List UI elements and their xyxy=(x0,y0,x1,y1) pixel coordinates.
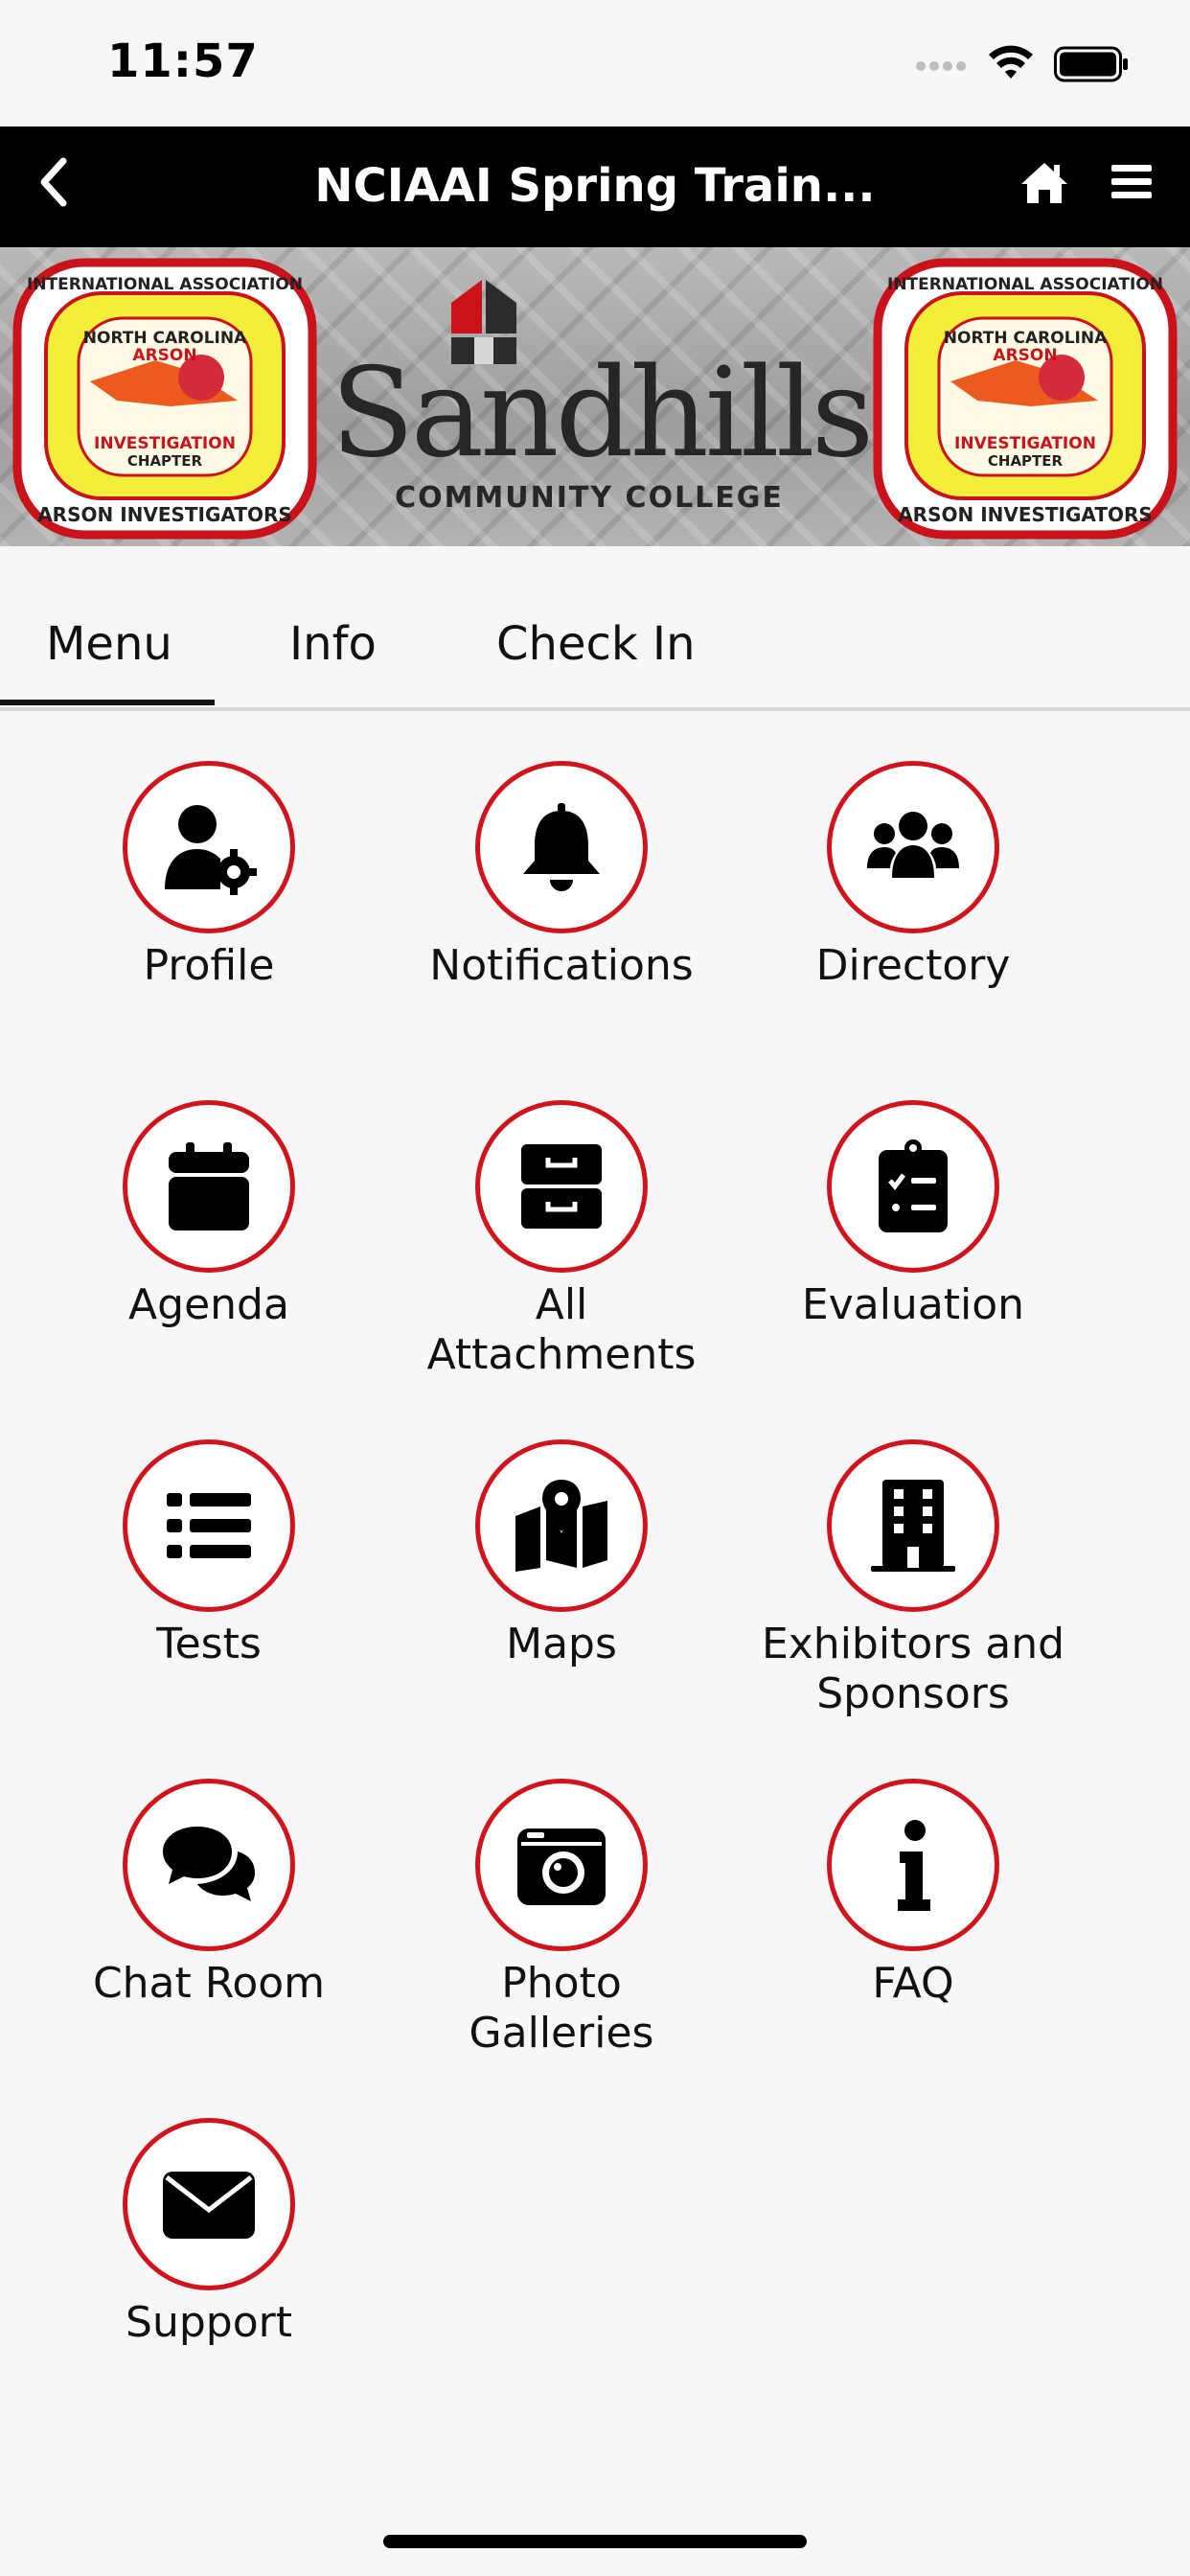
menu-item-label: FAQ xyxy=(872,1959,954,2008)
menu-item-icon-circle xyxy=(475,761,648,933)
home-icon[interactable] xyxy=(1019,157,1069,207)
svg-text:ARSON INVESTIGATORS: ARSON INVESTIGATORS xyxy=(37,503,292,526)
menu-item-icon-circle xyxy=(475,1100,648,1273)
menu-item-label: Photo Galleries xyxy=(469,1959,654,2058)
svg-text:NORTH CAROLINA: NORTH CAROLINA xyxy=(944,329,1108,348)
app-screen: 11:57 NCIAAI Spring Train... INTERNATION… xyxy=(0,0,1190,2576)
menu-item-icon-circle xyxy=(123,2118,295,2290)
envelope-icon xyxy=(163,2172,255,2239)
menu-item-label: All Attachments xyxy=(426,1280,697,1379)
menu-item-label: Profile xyxy=(143,941,275,990)
event-banner: INTERNATIONAL ASSOCIATION NORTH CAROLINA… xyxy=(0,247,1190,546)
menu-item-photo-galleries[interactable]: Photo Galleries xyxy=(403,1779,720,2058)
users-icon xyxy=(867,812,959,878)
menu-item-icon-circle xyxy=(475,1779,648,1951)
building-icon xyxy=(871,1480,955,1572)
menu-item-icon-circle xyxy=(827,761,999,933)
menu-item-icon-circle xyxy=(123,1779,295,1951)
status-time: 11:57 xyxy=(107,34,259,88)
map-pin-icon xyxy=(515,1480,607,1572)
menu-item-icon-circle xyxy=(827,1100,999,1273)
list-icon xyxy=(167,1493,251,1558)
menu-item-icon-circle xyxy=(123,1439,295,1612)
college-subtitle: COMMUNITY COLLEGE xyxy=(395,481,784,515)
svg-text:INTERNATIONAL ASSOCIATION: INTERNATIONAL ASSOCIATION xyxy=(887,275,1163,294)
svg-text:CHAPTER: CHAPTER xyxy=(988,452,1064,470)
menu-item-label: Maps xyxy=(506,1620,617,1668)
menu-item-icon-circle xyxy=(827,1779,999,1951)
menu-item-exhibitors-and-sponsors[interactable]: Exhibitors and Sponsors xyxy=(755,1439,1071,1723)
arson-investigators-badge-logo: INTERNATIONAL ASSOCIATION NORTH CAROLINA… xyxy=(873,258,1178,540)
info-icon xyxy=(898,1820,930,1911)
menu-item-maps[interactable]: Maps xyxy=(403,1439,720,1669)
top-navigation-bar: NCIAAI Spring Train... xyxy=(0,126,1190,247)
menu-item-label: Directory xyxy=(815,941,1011,990)
event-title: NCIAAI Spring Train... xyxy=(314,159,876,213)
home-indicator[interactable] xyxy=(383,2535,807,2548)
menu-item-support[interactable]: Support xyxy=(51,2118,367,2348)
sandhills-college-logo: Sandhills COMMUNITY COLLEGE xyxy=(331,276,874,535)
menu-item-all-attachments[interactable]: All Attachments xyxy=(403,1100,720,1380)
bell-icon xyxy=(523,803,600,891)
arson-investigators-badge-logo: INTERNATIONAL ASSOCIATION NORTH CAROLINA… xyxy=(12,258,317,540)
menu-item-label: Evaluation xyxy=(801,1280,1025,1329)
tab-check-in[interactable]: Check In xyxy=(496,617,696,671)
menu-item-profile[interactable]: Profile xyxy=(51,761,367,991)
svg-text:NORTH CAROLINA: NORTH CAROLINA xyxy=(83,329,247,348)
tab-bar: Menu Info Check In xyxy=(0,546,1190,711)
tab-info[interactable]: Info xyxy=(289,617,377,671)
cellular-signal-icon xyxy=(916,61,970,80)
tab-menu[interactable]: Menu xyxy=(46,617,172,671)
camera-icon xyxy=(517,1828,606,1905)
wifi-icon xyxy=(989,45,1033,79)
menu-item-label: Agenda xyxy=(128,1280,289,1329)
chat-bubbles-icon xyxy=(163,1827,255,1901)
menu-item-faq[interactable]: FAQ xyxy=(755,1779,1071,2009)
svg-text:ARSON INVESTIGATORS: ARSON INVESTIGATORS xyxy=(898,503,1153,526)
menu-item-label: Exhibitors and Sponsors xyxy=(761,1620,1065,1718)
menu-item-tests[interactable]: Tests xyxy=(51,1439,367,1669)
svg-text:INVESTIGATION: INVESTIGATION xyxy=(954,434,1096,453)
menu-item-notifications[interactable]: Notifications xyxy=(403,761,720,991)
menu-item-icon-circle xyxy=(475,1439,648,1612)
menu-item-label: Chat Room xyxy=(92,1959,326,2008)
file-cabinet-icon xyxy=(521,1144,602,1229)
menu-item-evaluation[interactable]: Evaluation xyxy=(755,1100,1071,1330)
hamburger-menu-icon[interactable] xyxy=(1110,159,1154,205)
menu-item-icon-circle xyxy=(123,761,295,933)
badge-text-top: INTERNATIONAL ASSOCIATION xyxy=(27,275,303,294)
menu-item-label: Notifications xyxy=(429,941,694,990)
menu-item-label: Support xyxy=(126,2298,292,2347)
user-gear-icon xyxy=(165,805,257,895)
menu-item-icon-circle xyxy=(123,1100,295,1273)
back-chevron-icon[interactable] xyxy=(33,153,75,211)
svg-text:ARSON: ARSON xyxy=(993,346,1057,365)
menu-item-chat-room[interactable]: Chat Room xyxy=(51,1779,367,2009)
menu-item-agenda[interactable]: Agenda xyxy=(51,1100,367,1330)
menu-item-directory[interactable]: Directory xyxy=(755,761,1071,991)
calendar-icon xyxy=(169,1142,249,1230)
battery-icon xyxy=(1054,46,1128,82)
svg-text:INVESTIGATION: INVESTIGATION xyxy=(94,434,236,453)
menu-item-icon-circle xyxy=(827,1439,999,1612)
svg-text:ARSON: ARSON xyxy=(132,346,196,365)
active-tab-indicator xyxy=(0,700,215,705)
college-name: Sandhills xyxy=(331,342,874,485)
clipboard-check-icon xyxy=(879,1139,948,1232)
svg-text:CHAPTER: CHAPTER xyxy=(127,452,203,470)
menu-item-label: Tests xyxy=(156,1620,262,1668)
status-bar: 11:57 xyxy=(0,0,1190,126)
